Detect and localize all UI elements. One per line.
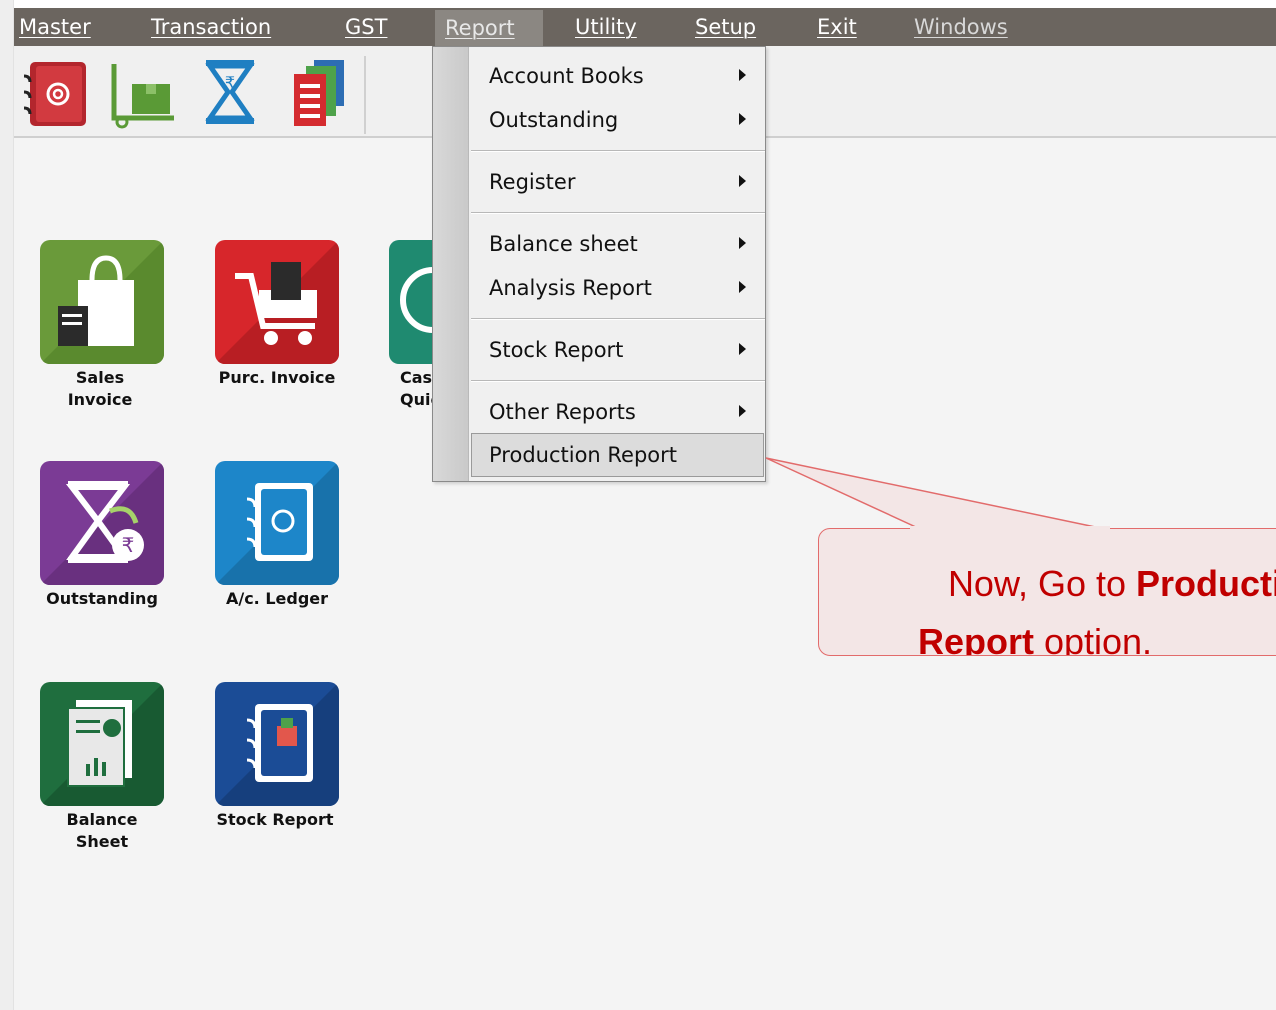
balance-sheet-label: Balance Sheet (66, 810, 138, 851)
left-margin-strip (0, 0, 14, 1010)
menu-gutter (433, 47, 469, 481)
menu-exit[interactable]: Exit (807, 8, 867, 46)
toolbar-separator (364, 56, 366, 134)
stock-report-tile[interactable] (215, 682, 339, 806)
menu-transaction[interactable]: Transaction (141, 8, 281, 46)
svg-text:₹: ₹ (122, 533, 135, 557)
purc-invoice-tile[interactable] (215, 240, 339, 364)
cash-quick-tile[interactable] (389, 240, 433, 364)
menu-separator (471, 150, 765, 152)
menu-item-analysis-report[interactable]: Analysis Report (489, 268, 652, 308)
hourglass-rupee-icon: ₹ (40, 461, 164, 585)
report-dropdown-menu: Account Books Outstanding Register Balan… (432, 46, 766, 482)
address-book-icon[interactable] (18, 56, 92, 130)
menu-item-account-books[interactable]: Account Books (489, 56, 644, 96)
submenu-arrow-icon (739, 113, 746, 125)
submenu-arrow-icon (739, 405, 746, 417)
outstanding-tile[interactable]: ₹ (40, 461, 164, 585)
callout-suffix: option. (1033, 621, 1153, 656)
outstanding-label: Outstanding (46, 589, 158, 608)
menu-item-production-report[interactable]: Production Report (489, 435, 677, 475)
balance-report-icon (40, 682, 164, 806)
menu-separator (471, 318, 765, 320)
submenu-arrow-icon (739, 175, 746, 187)
menu-item-stock-report[interactable]: Stock Report (489, 330, 623, 370)
stock-trolley-icon[interactable] (108, 56, 182, 130)
ac-ledger-tile[interactable] (215, 461, 339, 585)
menu-item-register[interactable]: Register (489, 162, 575, 202)
hourglass-rupee-icon[interactable]: ₹ (196, 56, 270, 130)
callout-pointer-joint (910, 526, 1110, 531)
callout-text: Now, Go to Producti Report option. (885, 555, 1276, 656)
callout-bold-production: Producti (1136, 563, 1276, 604)
menu-item-other-reports[interactable]: Other Reports (489, 392, 636, 432)
stock-report-label: Stock Report (216, 810, 334, 829)
submenu-arrow-icon (739, 237, 746, 249)
menu-item-outstanding[interactable]: Outstanding (489, 100, 618, 140)
menu-setup[interactable]: Setup (685, 8, 766, 46)
sales-invoice-label: Sales Invoice (67, 368, 133, 409)
callout-bold-report: Report (917, 621, 1034, 656)
svg-text:₹: ₹ (225, 73, 235, 92)
callout-bubble: Now, Go to Producti Report option. (818, 528, 1276, 656)
shopping-bag-icon (40, 240, 164, 364)
menu-bar: Master Transaction GST Report Utility Se… (14, 8, 1276, 46)
submenu-arrow-icon (739, 343, 746, 355)
submenu-arrow-icon (739, 281, 746, 293)
sales-invoice-tile[interactable] (40, 240, 164, 364)
submenu-arrow-icon (739, 69, 746, 81)
menu-separator (471, 380, 765, 382)
cash-quick-icon (400, 267, 433, 333)
menu-windows[interactable]: Windows (904, 8, 1018, 46)
cart-icon (215, 240, 339, 364)
balance-sheet-tile[interactable] (40, 682, 164, 806)
menu-item-balance-sheet[interactable]: Balance sheet (489, 224, 638, 264)
callout-prefix: Now, Go to (947, 563, 1137, 604)
menu-report[interactable]: Report (435, 10, 543, 46)
menu-separator (471, 212, 765, 214)
ac-ledger-label: A/c. Ledger (225, 589, 329, 608)
cash-quick-label: Cas Quic (400, 368, 432, 409)
window-top-border (0, 0, 1276, 8)
menu-utility[interactable]: Utility (565, 8, 647, 46)
report-pages-icon[interactable] (286, 56, 360, 130)
menu-master[interactable]: Master (9, 8, 101, 46)
address-book-icon (215, 461, 339, 585)
purc-invoice-label: Purc. Invoice (218, 368, 336, 387)
menu-gst[interactable]: GST (335, 8, 397, 46)
stock-notebook-icon (215, 682, 339, 806)
